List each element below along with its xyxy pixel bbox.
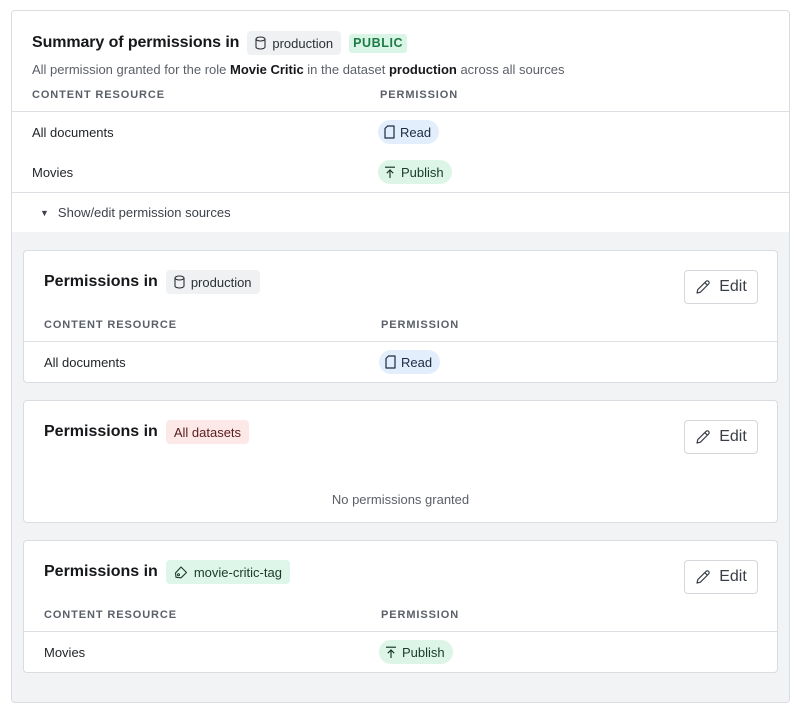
dataset-chip: production [165, 270, 260, 294]
card-table-body: Movies Publish [24, 631, 777, 672]
summary-title: Summary of permissions in [32, 34, 240, 51]
resource-cell: Movies [44, 644, 86, 660]
pencil-icon [696, 570, 710, 584]
document-icon [384, 125, 395, 139]
triangle-down-icon: ▼ [40, 207, 49, 218]
database-icon [174, 275, 185, 289]
column-header-permission: PERMISSION [381, 609, 460, 621]
show-edit-permission-sources-toggle[interactable]: ▼ Show/edit permission sources [12, 192, 789, 232]
tag-chip-label: movie-critic-tag [193, 564, 282, 580]
public-badge: PUBLIC [349, 33, 408, 53]
permission-badge-publish: Publish [379, 640, 453, 664]
permission-badge-read: Read [379, 350, 441, 374]
publish-arrow-up-icon [386, 646, 396, 658]
edit-button-label: Edit [719, 278, 747, 295]
card-table-header: CONTENT RESOURCE PERMISSION [24, 603, 777, 631]
role-name: Movie Critic [229, 62, 304, 77]
edit-button[interactable]: Edit [684, 560, 758, 594]
column-header-content-resource: CONTENT RESOURCE [32, 89, 165, 101]
column-header-content-resource: CONTENT RESOURCE [44, 319, 177, 331]
dataset-chip-label: production [272, 35, 334, 51]
table-row: All documents Read [24, 342, 777, 382]
tag-chip: movie-critic-tag [165, 560, 290, 584]
column-header-permission: PERMISSION [381, 319, 460, 331]
dataset-name: production [388, 62, 457, 77]
permission-badge-publish: Publish [378, 160, 452, 184]
dataset-chip-label: production [190, 274, 252, 290]
summary-subtitle: All permission granted for the role Movi… [32, 62, 769, 77]
permission-label: Read [400, 124, 432, 140]
summary-table-body: All documents Read Movies Publish [12, 111, 789, 192]
toggle-label: Show/edit permission sources [57, 205, 231, 220]
subtitle-middle: in the dataset [303, 62, 389, 77]
resource-cell: All documents [44, 354, 126, 370]
database-icon [255, 36, 266, 50]
source-card-all-datasets: Permissions in All datasets Edit No perm… [23, 400, 778, 523]
source-card-production: Permissions in production Edit CONTENT R… [23, 250, 778, 383]
card-title: Permissions in [44, 423, 158, 440]
permission-label: Publish [401, 164, 444, 180]
permission-label: Read [401, 354, 433, 370]
all-datasets-chip: All datasets [165, 420, 250, 444]
card-title: Permissions in [44, 273, 158, 290]
card-table-body: All documents Read [24, 341, 777, 382]
edit-button-label: Edit [719, 568, 747, 585]
table-row: Movies Publish [12, 152, 789, 192]
card-title: Permissions in [44, 563, 158, 580]
permissions-summary-panel: Summary of permissions in production PUB… [11, 10, 790, 703]
column-header-permission: PERMISSION [380, 89, 459, 101]
edit-button-label: Edit [719, 428, 747, 445]
table-row: Movies Publish [24, 632, 777, 672]
permission-sources: Permissions in production Edit CONTENT R… [12, 232, 789, 673]
publish-arrow-up-icon [385, 166, 395, 178]
subtitle-prefix: All permission granted for the role [32, 62, 230, 77]
resource-cell: All documents [32, 124, 114, 140]
summary-table-header: CONTENT RESOURCE PERMISSION [12, 77, 789, 111]
permission-badge-read: Read [378, 120, 440, 144]
document-icon [385, 355, 396, 369]
subtitle-suffix: across all sources [456, 62, 565, 77]
dataset-chip: production [247, 31, 342, 55]
resource-cell: Movies [32, 164, 74, 180]
permission-label: Publish [402, 644, 445, 660]
pencil-icon [696, 280, 710, 294]
pencil-icon [696, 430, 710, 444]
empty-state-text: No permissions granted [331, 492, 470, 507]
edit-button[interactable]: Edit [684, 270, 758, 304]
tag-icon [174, 566, 187, 579]
summary-title-row: Summary of permissions in production PUB… [32, 31, 769, 55]
column-header-content-resource: CONTENT RESOURCE [44, 609, 177, 621]
summary-section: Summary of permissions in production PUB… [12, 11, 789, 232]
card-table-header: CONTENT RESOURCE PERMISSION [24, 313, 777, 341]
table-row: All documents Read [12, 112, 789, 152]
edit-button[interactable]: Edit [684, 420, 758, 454]
source-card-movie-critic-tag: Permissions in movie-critic-tag Edit CON… [23, 540, 778, 673]
